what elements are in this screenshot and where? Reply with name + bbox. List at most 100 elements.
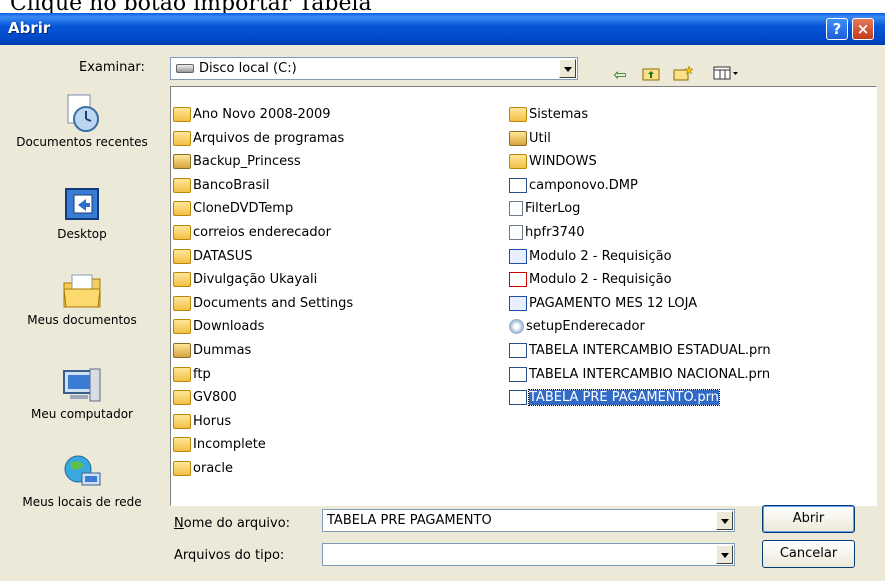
drive-icon (176, 64, 194, 73)
folder-icon (173, 248, 191, 264)
file-item[interactable]: Horus (173, 412, 233, 432)
file-table-icon (509, 343, 527, 358)
pdf-doc-icon (509, 272, 527, 288)
place-label: Desktop (57, 227, 107, 241)
file-item[interactable]: Divulgação Ukayali (173, 270, 319, 290)
file-name: DATASUS (193, 248, 253, 264)
file-table-icon (509, 177, 527, 193)
file-item[interactable]: hpfr3740 (509, 223, 587, 243)
file-name: TABELA INTERCAMBIO NACIONAL.prn (529, 366, 771, 382)
folder-icon (173, 413, 191, 429)
file-item[interactable]: TABELA PRE PAGAMENTO.prn (509, 388, 721, 408)
file-item[interactable]: setupEnderecador (509, 317, 647, 337)
file-item[interactable]: camponovo.DMP (509, 176, 640, 196)
open-dialog: Abrir ? × Examinar: Disco local (C:) ⇦ D… (0, 13, 885, 581)
folder-shared-icon (509, 130, 527, 146)
folder-icon (173, 177, 191, 193)
file-item[interactable]: ftp (173, 365, 213, 385)
network-places-icon (60, 453, 104, 493)
place-recent-documents[interactable]: Documentos recentes (2, 93, 162, 149)
filename-input[interactable]: TABELA PRE PAGAMENTO (322, 509, 735, 532)
file-item[interactable]: Modulo 2 - Requisição (509, 270, 674, 290)
place-my-documents[interactable]: Meus documentos (2, 271, 162, 327)
up-folder-icon[interactable] (641, 65, 661, 85)
look-in-label: Examinar: (79, 60, 145, 75)
folder-icon (173, 319, 191, 335)
file-name: Incomplete (193, 437, 266, 453)
filetype-select[interactable] (322, 543, 735, 566)
view-menu-icon[interactable] (712, 65, 740, 85)
open-button[interactable]: Abrir (762, 505, 855, 533)
file-item[interactable]: Sistemas (509, 105, 590, 125)
file-name: Dummas (193, 343, 252, 358)
dialog-title: Abrir (8, 19, 51, 37)
file-item[interactable]: Documents and Settings (173, 294, 355, 314)
folder-icon (173, 107, 191, 122)
file-name: camponovo.DMP (529, 177, 638, 193)
file-item[interactable]: TABELA INTERCAMBIO NACIONAL.prn (509, 365, 772, 385)
folder-shared-icon (173, 343, 191, 358)
file-item[interactable]: correios enderecador (173, 223, 333, 243)
file-item[interactable]: Backup_Princess (173, 152, 303, 172)
file-item[interactable]: GV800 (173, 388, 239, 408)
filename-label-text: ome do arquivo: (183, 516, 291, 531)
file-item[interactable]: Arquivos de programas (173, 129, 346, 149)
folder-icon (509, 107, 527, 122)
folder-icon (173, 225, 191, 240)
new-folder-icon[interactable] (672, 65, 694, 85)
recent-documents-icon (60, 93, 104, 133)
file-name: Arquivos de programas (193, 130, 345, 146)
my-documents-icon (60, 271, 104, 311)
place-label: Meu computador (31, 407, 133, 421)
file-name: Horus (193, 413, 232, 429)
file-item[interactable]: BancoBrasil (173, 176, 271, 196)
file-item[interactable]: oracle (173, 459, 235, 479)
file-item[interactable]: Downloads (173, 317, 266, 337)
look-in-combo[interactable]: Disco local (C:) (170, 57, 578, 80)
file-item[interactable]: WINDOWS (509, 152, 599, 172)
file-item[interactable]: FilterLog (509, 199, 582, 219)
file-name: oracle (193, 461, 234, 476)
folder-icon (173, 201, 191, 217)
file-table-icon (509, 366, 527, 382)
my-computer-icon (60, 365, 104, 405)
file-name: Documents and Settings (193, 295, 354, 311)
look-in-dropdown-button[interactable] (559, 59, 576, 78)
file-item[interactable]: Util (509, 129, 553, 149)
place-label: Meus locais de rede (22, 495, 142, 509)
back-icon[interactable]: ⇦ (610, 65, 630, 85)
file-name: Ano Novo 2008-2009 (193, 107, 331, 122)
title-bar[interactable]: Abrir ? × (0, 13, 885, 45)
file-name: Backup_Princess (193, 154, 301, 170)
filetype-label: Arquivos do tipo: (174, 548, 285, 563)
file-item[interactable]: PAGAMENTO MES 12 LOJA (509, 294, 699, 314)
file-item[interactable]: Ano Novo 2008-2009 (173, 105, 333, 125)
filename-value: TABELA PRE PAGAMENTO (327, 513, 492, 528)
place-network[interactable]: Meus locais de rede (2, 453, 162, 509)
folder-icon (173, 390, 191, 406)
folder-icon (173, 130, 191, 146)
file-name: BancoBrasil (193, 177, 270, 193)
filetype-dropdown-button[interactable] (716, 545, 733, 564)
help-button[interactable]: ? (826, 18, 848, 40)
file-list[interactable]: Ano Novo 2008-2009 Arquivos de programas B… (170, 86, 877, 506)
file-item[interactable]: TABELA INTERCAMBIO ESTADUAL.prn (509, 341, 773, 361)
folder-icon (173, 295, 191, 311)
file-item[interactable]: DATASUS (173, 247, 255, 267)
place-my-computer[interactable]: Meu computador (2, 365, 162, 421)
folder-icon (173, 461, 191, 476)
file-item[interactable]: Modulo 2 - Requisição (509, 247, 674, 267)
file-name: ftp (193, 366, 211, 382)
folder-shared-icon (173, 154, 191, 170)
filename-dropdown-button[interactable] (716, 511, 733, 530)
place-desktop[interactable]: Desktop (2, 185, 162, 241)
file-item[interactable]: Dummas (173, 341, 253, 361)
close-button[interactable]: × (852, 18, 874, 40)
word-doc-icon (509, 248, 527, 264)
place-label: Documentos recentes (16, 135, 148, 149)
file-item[interactable]: Incomplete (173, 435, 268, 455)
file-item[interactable]: CloneDVDTemp (173, 199, 295, 219)
desktop-icon (60, 185, 104, 225)
file-name: TABELA INTERCAMBIO ESTADUAL.prn (529, 343, 771, 358)
cancel-button[interactable]: Cancelar (762, 540, 855, 568)
